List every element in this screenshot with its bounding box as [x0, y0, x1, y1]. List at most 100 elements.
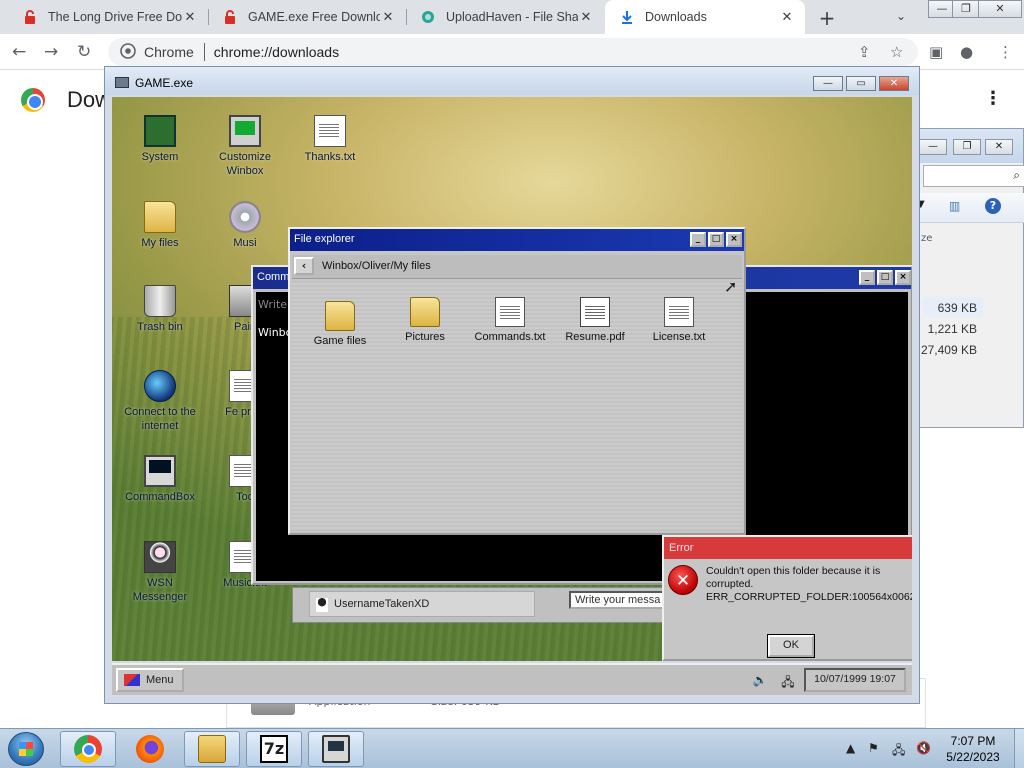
taskbar-7zip[interactable]: 7z	[246, 731, 302, 767]
restore-button[interactable]: ❐	[952, 0, 980, 18]
window-title: Comm	[257, 271, 290, 283]
dialog-titlebar[interactable]: Error	[664, 537, 912, 559]
window-titlebar[interactable]: File explorer _ □ ×	[290, 229, 744, 251]
more-menu-icon[interactable]: ⋮	[998, 43, 1013, 61]
tab-uploadhaven[interactable]: UploadHaven - File Sharing ✕	[406, 0, 604, 34]
messenger-icon	[144, 541, 176, 573]
minimize-button[interactable]: _	[859, 270, 875, 285]
file-item-resume-pdf[interactable]: Resume.pdf	[553, 297, 637, 343]
desktop-icon-my-files[interactable]: My files	[120, 201, 200, 250]
reload-icon[interactable]: ↻	[77, 42, 91, 62]
bookmark-star-icon[interactable]: ☆	[890, 43, 903, 61]
file-item-game-files[interactable]: Game files	[298, 301, 382, 347]
background-explorer-window[interactable]: — ❐ ✕ ⌕ ▼ ▥ ? ze 639 KB 1,221 KB 27,409 …	[912, 128, 1024, 428]
retro-taskbar: Menu 🔈 🖧 10/07/1999 19:07	[112, 663, 912, 695]
help-icon[interactable]: ?	[985, 198, 1001, 214]
url-text: chrome://downloads	[213, 44, 340, 60]
username: UsernameTakenXD	[334, 598, 430, 610]
close-button[interactable]: ×	[895, 270, 911, 285]
maximize-button[interactable]: □	[708, 232, 724, 247]
start-button[interactable]	[8, 732, 44, 766]
taskbar-chrome[interactable]	[60, 731, 116, 767]
back-arrow-icon[interactable]: ←	[12, 42, 26, 62]
icon-label: Connect to the internet	[124, 406, 196, 432]
network-icon[interactable]: 🖧	[892, 741, 905, 762]
desktop-icon-thanks-txt[interactable]: Thanks.txt	[290, 115, 370, 164]
show-desktop-button[interactable]	[1014, 729, 1024, 768]
column-header-size[interactable]: ze	[921, 233, 932, 244]
close-button[interactable]: ✕	[879, 76, 909, 91]
speaker-muted-icon[interactable]: 🔈	[752, 673, 768, 687]
file-label: Resume.pdf	[565, 331, 625, 343]
close-button[interactable]: ✕	[985, 139, 1013, 155]
chevron-down-icon[interactable]: ⌄	[896, 9, 906, 23]
icon-label: CommandBox	[125, 491, 195, 503]
close-icon[interactable]: ✕	[779, 10, 795, 25]
taskbar-firefox[interactable]	[122, 731, 178, 767]
desktop-icon-connect-internet[interactable]: Connect to the internet	[120, 370, 200, 433]
search-input[interactable]: ⌕	[923, 165, 1024, 187]
error-dialog[interactable]: Error ✕ Couldn't open this folder becaus…	[662, 535, 912, 661]
tab-title: The Long Drive Free Download	[48, 10, 182, 24]
maximize-button[interactable]: □	[877, 270, 893, 285]
close-icon[interactable]: ✕	[380, 10, 396, 25]
close-window-button[interactable]: ✕	[978, 0, 1022, 18]
text-file-icon	[495, 297, 525, 327]
close-icon[interactable]: ✕	[578, 10, 594, 25]
folder-icon	[325, 301, 355, 331]
tab-downloads[interactable]: Downloads ✕	[605, 0, 805, 34]
chrome-icon	[74, 735, 102, 763]
network-disconnected-icon[interactable]: 🖧	[780, 673, 796, 689]
show-hidden-icons-icon[interactable]: ▲	[846, 741, 855, 755]
file-label: Pictures	[405, 331, 445, 343]
share-icon[interactable]: ⇪	[858, 43, 871, 61]
desktop-icon-wsn-messenger[interactable]: WSN Messenger	[120, 541, 200, 604]
minimize-button[interactable]: —	[813, 76, 843, 91]
back-button[interactable]: ‹	[294, 257, 314, 275]
command-input[interactable]: Write	[258, 298, 287, 311]
taskbar-explorer[interactable]	[184, 731, 240, 767]
tab-game-exe[interactable]: GAME.exe Free Download ✕	[208, 0, 406, 34]
volume-muted-icon[interactable]: 🔇	[916, 741, 931, 755]
file-item-commands-txt[interactable]: Commands.txt	[468, 297, 552, 343]
desktop-icon-customize-winbox[interactable]: Customize Winbox	[205, 115, 285, 178]
restore-button[interactable]: ❐	[953, 139, 981, 155]
desktop-icon-commandbox[interactable]: CommandBox	[120, 455, 200, 504]
file-item-license-txt[interactable]: License.txt	[637, 297, 721, 343]
retro-desktop: System My files Trash bin Connect to the…	[112, 97, 912, 661]
action-center-icon[interactable]: ⚑	[868, 741, 879, 755]
close-button[interactable]: ×	[726, 232, 742, 247]
more-menu-icon[interactable]: ⋮	[984, 88, 1002, 109]
ok-button[interactable]: OK	[767, 634, 815, 658]
window-titlebar[interactable]: GAME.exe — ▭ ✕	[105, 67, 919, 95]
file-explorer-window[interactable]: File explorer _ □ × ‹ Winbox/Oliver/My f…	[288, 227, 746, 535]
preview-pane-icon[interactable]: ▥	[949, 199, 960, 213]
menu-button[interactable]: Menu	[116, 668, 184, 692]
file-item-pictures[interactable]: Pictures	[383, 297, 467, 343]
contact-item[interactable]: UsernameTakenXD	[309, 591, 535, 617]
forward-arrow-icon[interactable]: →	[44, 42, 58, 62]
text-file-icon	[664, 297, 694, 327]
desktop-icon-system[interactable]: System	[120, 115, 200, 164]
icon-label: Musi	[233, 237, 257, 249]
game-exe-window[interactable]: GAME.exe — ▭ ✕ System My files Trash bin…	[104, 66, 920, 704]
system-clock[interactable]: 7:07 PM 5/22/2023	[938, 733, 1008, 765]
clock-date: 5/22/2023	[946, 750, 1000, 764]
icon-label: My files	[141, 237, 179, 249]
game-icon	[322, 735, 350, 763]
minimize-button[interactable]: —	[919, 139, 947, 155]
close-icon[interactable]: ✕	[182, 10, 198, 25]
new-tab-button[interactable]: +	[818, 6, 836, 30]
profile-avatar-icon[interactable]: ●	[960, 43, 973, 61]
dialog-title: Error	[669, 542, 694, 554]
taskbar-game[interactable]	[308, 731, 364, 767]
address-bar[interactable]: Chrome chrome://downloads	[108, 38, 918, 66]
error-message: Couldn't open this folder because it is …	[706, 565, 912, 604]
desktop-icon-trash-bin[interactable]: Trash bin	[120, 285, 200, 334]
desktop-icon-music[interactable]: Musi	[205, 201, 285, 250]
maximize-button[interactable]: ▭	[846, 76, 876, 91]
window-caption[interactable]: — ❐ ✕	[913, 129, 1023, 163]
tab-long-drive[interactable]: The Long Drive Free Download ✕	[8, 0, 208, 34]
minimize-button[interactable]: _	[690, 232, 706, 247]
side-panel-icon[interactable]: ▣	[929, 43, 943, 61]
